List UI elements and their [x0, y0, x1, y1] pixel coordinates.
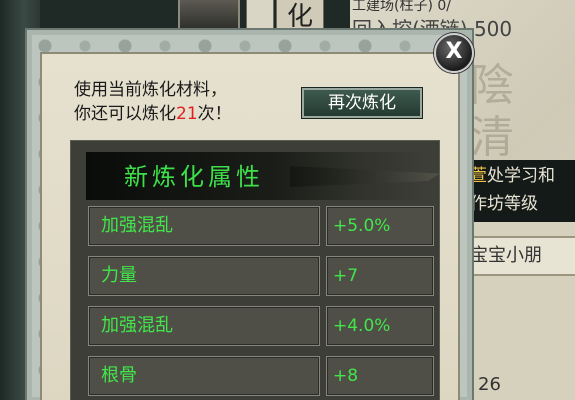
background-mid-line-2: 作坊等级 — [470, 194, 538, 214]
attribute-value: +4.0% — [326, 306, 434, 346]
refine-again-button[interactable]: 再次炼化 — [302, 88, 422, 118]
info-line-2-prefix: 你还可以炼化 — [74, 104, 176, 124]
info-line-1: 使用当前炼化材料， — [74, 80, 227, 100]
info-line-2-suffix: 次！ — [197, 104, 232, 124]
refine-count: 21 — [176, 104, 198, 124]
attribute-row: 加强混乱 +5.0% — [88, 206, 434, 246]
background-list-item[interactable]: 宝宝小朋 — [470, 236, 575, 276]
background-top-line: 工建场(柱子) 0/ — [352, 0, 451, 14]
attribute-name: 力量 — [88, 256, 320, 296]
background-number: 26 — [478, 374, 501, 395]
attributes-title: 新炼化属性 — [124, 163, 264, 191]
attribute-name: 加强混乱 — [88, 206, 320, 246]
attribute-row: 加强混乱 +4.0% — [88, 306, 434, 346]
attribute-row: 根骨 +8 — [88, 356, 434, 396]
attribute-row: 力量 +7 — [88, 256, 434, 296]
attribute-name: 加强混乱 — [88, 306, 320, 346]
close-button[interactable]: X — [434, 33, 474, 73]
background-mid-line-1: 处学习和 — [487, 166, 555, 186]
attribute-value: +8 — [326, 356, 434, 396]
attribute-name: 根骨 — [88, 356, 320, 396]
game-screen: 化 工建场(柱子) 0/ 回入控(酒链) 500 陰 清 今 萱处学习和 作坊等… — [0, 0, 575, 400]
attribute-value: +7 — [326, 256, 434, 296]
background-mid-text: 萱处学习和 作坊等级 — [470, 162, 575, 220]
attribute-value: +5.0% — [326, 206, 434, 246]
refine-info-text: 使用当前炼化材料， 你还可以炼化21次！ — [74, 78, 294, 128]
info-line-2: 你还可以炼化21次！ — [74, 102, 294, 126]
